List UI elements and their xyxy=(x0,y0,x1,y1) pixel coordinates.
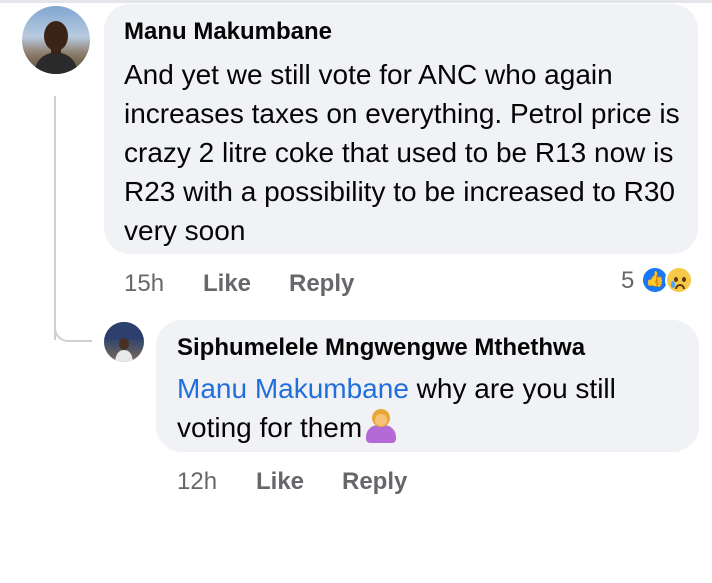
avatar[interactable] xyxy=(22,6,90,74)
thread-line xyxy=(54,96,56,340)
thread-connector xyxy=(54,318,92,342)
comment-text: And yet we still vote for ANC who again … xyxy=(124,59,680,246)
avatar[interactable] xyxy=(104,322,144,362)
person-shrugging-icon xyxy=(364,409,398,443)
mention-link[interactable]: Manu Makumbane xyxy=(177,373,409,404)
profile-photo-icon xyxy=(34,21,78,74)
like-button[interactable]: Like xyxy=(256,468,304,496)
reaction-count: 5 xyxy=(621,267,635,294)
reply-timestamp[interactable]: 12h xyxy=(177,468,217,496)
reply-button[interactable]: Reply xyxy=(289,270,354,298)
comment-timestamp[interactable]: 15h xyxy=(124,270,164,298)
sad-icon xyxy=(665,266,693,294)
reply-button[interactable]: Reply xyxy=(342,468,407,496)
top-divider xyxy=(0,0,712,3)
comment-author[interactable]: Manu Makumbane xyxy=(124,18,332,46)
reply-text: Manu Makumbane why are you still voting … xyxy=(177,369,687,447)
reply-author[interactable]: Siphumelele Mngwengwe Mthethwa xyxy=(177,334,585,362)
like-button[interactable]: Like xyxy=(203,270,251,298)
profile-photo-icon xyxy=(104,322,144,362)
